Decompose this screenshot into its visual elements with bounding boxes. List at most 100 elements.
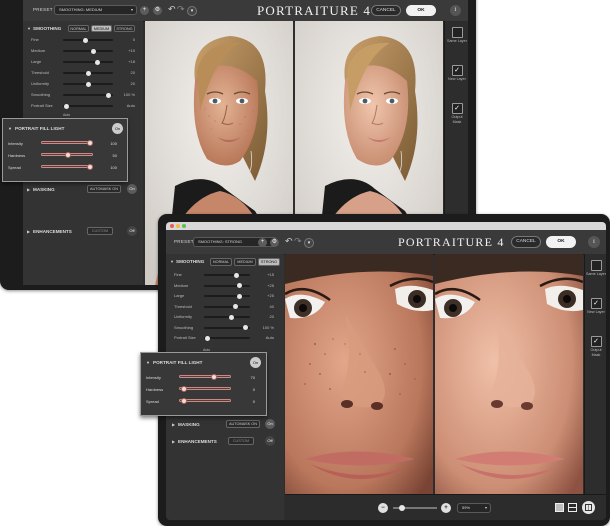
back-fill-slider-knob[interactable] [87,139,94,146]
back-masking-toggle[interactable]: On [127,184,137,194]
front-slider-track[interactable] [204,335,250,341]
zoom-slider-knob[interactable] [398,505,405,511]
front-fill-slider-track[interactable] [179,397,231,404]
front-seg-medium[interactable]: MEDIUM [234,258,256,266]
front-slider-track[interactable] [204,325,250,330]
back-slider-knob[interactable] [85,70,91,76]
front-seg-strong[interactable]: STRONG [258,258,280,266]
back-undo-icon[interactable]: ↶ [168,4,176,15]
back-cancel-button[interactable]: CANCEL [371,5,401,16]
maximize-window-icon[interactable] [182,224,186,228]
back-slider-track[interactable] [63,92,113,98]
front-slider-knob[interactable] [232,304,238,309]
front-masking-caret-icon[interactable]: ▶ [172,422,175,427]
back-enhancements-mode[interactable]: CUSTOM [87,227,113,235]
back-slider-track[interactable] [63,70,113,76]
front-slider-knob[interactable] [229,314,235,320]
back-slider-knob[interactable] [105,92,111,98]
back-slider-knob[interactable] [83,37,89,43]
front-add-preset-button[interactable]: + [258,238,267,247]
back-redo-icon[interactable]: ↷ [177,4,185,15]
zoom-in-button[interactable]: + [441,503,451,513]
front-redo-icon[interactable]: ↷ [294,236,302,247]
front-fill-light-toggle[interactable]: On [250,357,261,368]
front-output-checkbox[interactable]: ✓ [590,336,602,347]
front-info-icon[interactable]: i [588,236,600,248]
back-slider-track[interactable] [63,81,113,87]
front-undo-icon[interactable]: ↶ [285,236,293,247]
front-enhancements-toggle[interactable]: Off [265,436,275,446]
back-fill-caret-icon[interactable]: ▼ [8,126,12,131]
back-output-checkbox[interactable]: ✓ [451,65,463,76]
front-fill-caret-icon[interactable]: ▼ [146,360,150,365]
front-output-label: Output Mask [590,348,602,357]
front-cancel-button[interactable]: CANCEL [511,236,541,248]
front-smoothing-caret-icon[interactable]: ▼ [170,259,174,264]
front-slider-knob[interactable] [236,293,242,299]
front-masking-mode[interactable]: AUTOMASK ON [226,420,260,428]
zoom-out-button[interactable]: − [378,503,388,513]
front-enhancements-mode[interactable]: CUSTOM [228,437,254,445]
back-info-icon[interactable]: i [450,5,461,16]
front-output-checkbox[interactable]: ✓ [590,298,602,309]
back-slider-track[interactable] [63,48,113,54]
back-output-checkbox[interactable] [451,27,463,38]
back-fill-slider-track[interactable] [41,151,93,158]
split-view-icon[interactable] [568,503,577,512]
back-seg-strong[interactable]: STRONG [114,25,135,32]
back-enhancements-toggle[interactable]: Off [127,226,137,236]
zoom-level-dropdown[interactable]: 59% ▾ [457,503,491,513]
front-slider-track[interactable] [204,272,250,278]
back-seg-normal[interactable]: NORMAL [68,25,89,32]
side-by-side-view-icon[interactable] [582,501,595,514]
front-slider-track[interactable] [204,314,250,320]
front-fill-slider-knob[interactable] [211,373,218,380]
back-fill-slider-track[interactable] [41,163,94,170]
back-ok-button[interactable]: OK [406,5,436,16]
back-slider-knob[interactable] [63,103,69,109]
front-history-chevron-icon[interactable]: ▾ [304,238,314,248]
back-masking-mode[interactable]: AUTOMASK ON [87,185,121,193]
front-output-checkbox[interactable] [590,260,602,271]
close-window-icon[interactable] [170,224,174,228]
minimize-window-icon[interactable] [176,224,180,228]
back-masking-caret-icon[interactable]: ▶ [27,187,30,192]
front-slider-track[interactable] [204,304,250,309]
front-fill-slider-knob[interactable] [180,385,187,392]
front-slider-knob[interactable] [233,272,239,278]
back-slider-track[interactable] [63,59,113,65]
back-history-chevron-icon[interactable]: ▾ [187,6,197,16]
back-fill-light-toggle[interactable]: On [112,123,123,134]
back-output-checkbox[interactable]: ✓ [451,103,463,114]
back-fill-slider-knob[interactable] [87,163,94,170]
front-fill-slider-track[interactable] [179,385,231,392]
front-masking-toggle[interactable]: On [265,419,275,429]
back-preset-dropdown[interactable]: SMOOTHING: MEDIUM ▾ [54,5,137,15]
front-slider-knob[interactable] [236,283,242,288]
front-gear-icon[interactable]: ⚙ [270,238,279,247]
back-slider-track[interactable] [63,37,113,43]
back-seg-medium[interactable]: MEDIUM [91,25,112,32]
back-slider-knob[interactable] [85,81,91,87]
back-slider-knob[interactable] [90,48,96,54]
back-smoothing-caret-icon[interactable]: ▼ [27,26,31,31]
back-fill-slider-track[interactable] [41,139,94,146]
back-add-preset-button[interactable]: + [140,6,149,15]
back-enh-caret-icon[interactable]: ▶ [27,229,30,234]
back-slider-label: Uniformity [31,81,50,86]
front-fill-slider-track[interactable] [179,373,231,380]
single-view-icon[interactable] [555,503,564,512]
back-fill-slider-knob[interactable] [65,151,71,158]
back-slider-track[interactable] [63,103,113,109]
front-enh-caret-icon[interactable]: ▶ [172,439,175,444]
front-slider-knob[interactable] [242,325,248,330]
back-slider-knob[interactable] [95,59,101,65]
back-gear-icon[interactable]: ⚙ [153,6,162,15]
front-slider-track[interactable] [204,293,250,299]
front-fill-slider-knob[interactable] [180,397,187,404]
front-slider-knob[interactable] [204,335,210,341]
front-ok-button[interactable]: OK [546,236,576,248]
front-seg-normal[interactable]: NORMAL [210,258,232,266]
front-slider-track[interactable] [204,283,250,288]
zoom-slider[interactable] [393,505,437,511]
